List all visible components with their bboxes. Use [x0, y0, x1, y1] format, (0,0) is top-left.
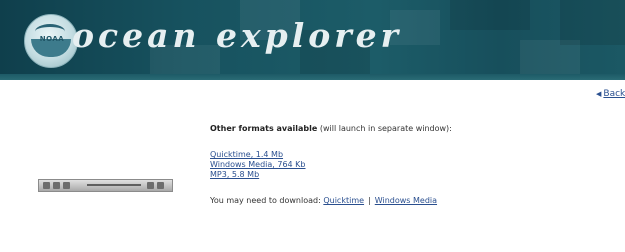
noaa-logo: NOAA	[24, 14, 78, 68]
back-arrow-icon: ◀	[596, 90, 602, 98]
windows-media-format-link[interactable]: Windows Media, 764 Kb	[210, 160, 610, 170]
stop-button-icon[interactable]	[53, 182, 60, 189]
rewind-button-icon[interactable]	[63, 182, 70, 189]
mp3-format-link[interactable]: MP3, 5.8 Mb	[210, 170, 610, 180]
formats-heading: Other formats available (will launch in …	[210, 124, 610, 133]
site-banner: NOAA ocean explorer	[0, 0, 625, 80]
download-windows-media-link[interactable]: Windows Media	[375, 196, 437, 205]
seek-bar[interactable]	[87, 184, 141, 186]
play-button-icon[interactable]	[43, 182, 50, 189]
back-link[interactable]: Back	[603, 89, 625, 99]
site-title: ocean explorer	[72, 16, 403, 55]
formats-heading-bold: Other formats available	[210, 124, 318, 133]
back-nav: ◀ Back	[596, 89, 625, 99]
media-player-controls[interactable]	[38, 179, 173, 192]
download-prefix: You may need to download:	[210, 196, 321, 205]
download-separator: |	[368, 196, 371, 205]
quicktime-format-link[interactable]: Quicktime, 1.4 Mb	[210, 150, 610, 160]
formats-heading-note: (will launch in separate window):	[317, 124, 452, 133]
logo-text: NOAA	[39, 35, 65, 43]
download-note: You may need to download: Quicktime | Wind…	[210, 196, 610, 205]
banner-divider	[0, 74, 625, 80]
mute-button-icon[interactable]	[147, 182, 154, 189]
formats-section: Other formats available (will launch in …	[210, 124, 610, 205]
download-quicktime-link[interactable]: Quicktime	[323, 196, 364, 205]
format-links: Quicktime, 1.4 Mb Windows Media, 764 Kb …	[210, 150, 610, 180]
volume-button-icon[interactable]	[157, 182, 164, 189]
